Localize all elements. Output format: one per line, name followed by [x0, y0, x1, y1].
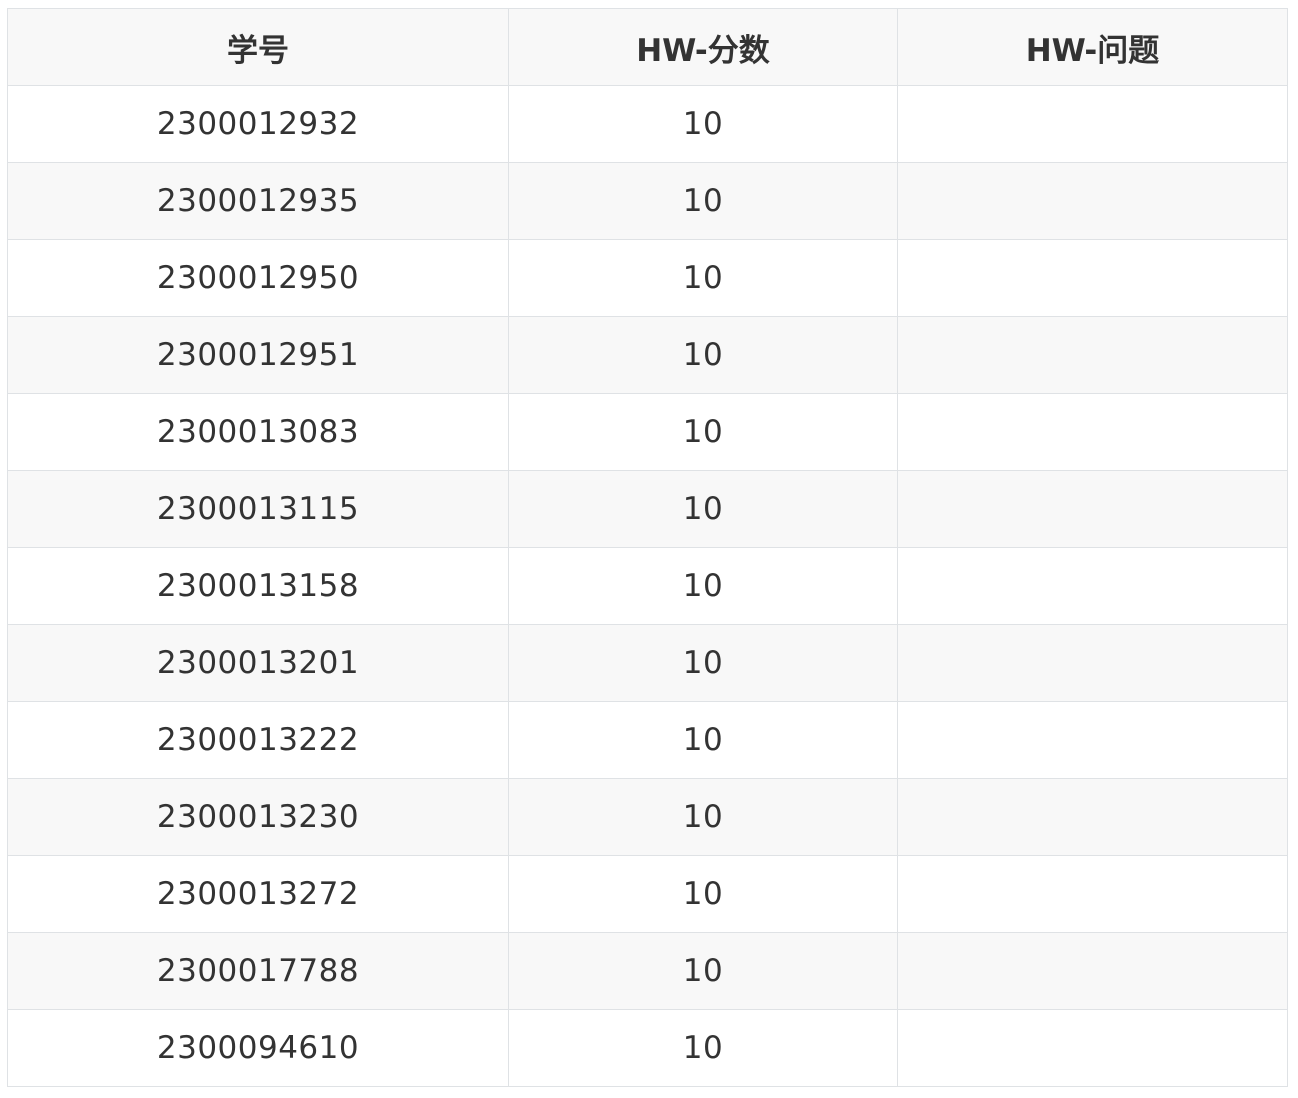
table-row: 2300012950 10: [7, 239, 1288, 317]
cell-hw-issue: [897, 162, 1288, 240]
cell-student-id: 2300013115: [7, 470, 509, 548]
table-row: 2300012935 10: [7, 162, 1288, 240]
cell-hw-issue: [897, 85, 1288, 163]
cell-hw-issue: [897, 778, 1288, 856]
cell-student-id: 2300013201: [7, 624, 509, 702]
column-header-student-id: 学号: [7, 8, 509, 86]
cell-hw-score: 10: [508, 162, 898, 240]
cell-hw-score: 10: [508, 470, 898, 548]
table-row: 2300013230 10: [7, 778, 1288, 856]
column-header-hw-issue: HW-问题: [897, 8, 1288, 86]
table-row: 2300013222 10: [7, 701, 1288, 779]
cell-hw-score: 10: [508, 547, 898, 625]
cell-student-id: 2300013230: [7, 778, 509, 856]
table-row: 2300094610 10: [7, 1009, 1288, 1087]
cell-student-id: 2300013222: [7, 701, 509, 779]
cell-student-id: 2300012951: [7, 316, 509, 394]
cell-hw-score: 10: [508, 316, 898, 394]
cell-hw-score: 10: [508, 85, 898, 163]
cell-student-id: 2300013272: [7, 855, 509, 933]
table-row: 2300013083 10: [7, 393, 1288, 471]
cell-hw-score: 10: [508, 624, 898, 702]
table-row: 2300012951 10: [7, 316, 1288, 394]
cell-hw-issue: [897, 855, 1288, 933]
column-header-hw-score: HW-分数: [508, 8, 898, 86]
table-body: 2300012932 10 2300012935 10 2300012950 1…: [7, 85, 1288, 1087]
cell-student-id: 2300012932: [7, 85, 509, 163]
cell-hw-issue: [897, 1009, 1288, 1087]
cell-hw-issue: [897, 239, 1288, 317]
table-row: 2300013115 10: [7, 470, 1288, 548]
cell-hw-score: 10: [508, 778, 898, 856]
cell-hw-issue: [897, 932, 1288, 1010]
cell-student-id: 2300013158: [7, 547, 509, 625]
table-row: 2300017788 10: [7, 932, 1288, 1010]
cell-student-id: 2300017788: [7, 932, 509, 1010]
table-header: 学号 HW-分数 HW-问题: [7, 8, 1288, 86]
cell-hw-score: 10: [508, 855, 898, 933]
cell-student-id: 2300012950: [7, 239, 509, 317]
cell-hw-issue: [897, 393, 1288, 471]
cell-student-id: 2300013083: [7, 393, 509, 471]
cell-hw-issue: [897, 547, 1288, 625]
cell-hw-score: 10: [508, 239, 898, 317]
table-row: 2300013272 10: [7, 855, 1288, 933]
cell-hw-issue: [897, 470, 1288, 548]
cell-hw-issue: [897, 624, 1288, 702]
header-row: 学号 HW-分数 HW-问题: [7, 8, 1288, 86]
cell-student-id: 2300012935: [7, 162, 509, 240]
cell-hw-score: 10: [508, 701, 898, 779]
table-row: 2300013158 10: [7, 547, 1288, 625]
table-row: 2300013201 10: [7, 624, 1288, 702]
table-row: 2300012932 10: [7, 85, 1288, 163]
cell-student-id: 2300094610: [7, 1009, 509, 1087]
cell-hw-score: 10: [508, 393, 898, 471]
cell-hw-issue: [897, 316, 1288, 394]
cell-hw-issue: [897, 701, 1288, 779]
cell-hw-score: 10: [508, 932, 898, 1010]
cell-hw-score: 10: [508, 1009, 898, 1087]
grades-table: 学号 HW-分数 HW-问题 2300012932 10 2300012935 …: [7, 8, 1288, 1087]
